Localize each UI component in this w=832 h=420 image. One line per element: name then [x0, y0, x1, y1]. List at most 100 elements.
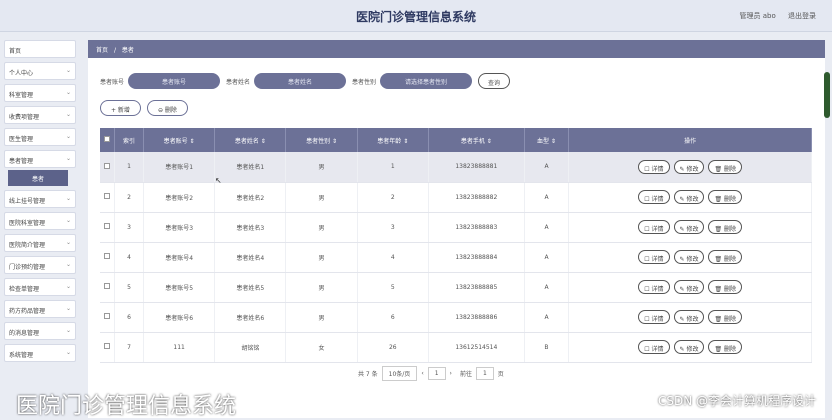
- column-header[interactable]: 血型 ⇕: [524, 128, 570, 152]
- sidebar-item[interactable]: 患者管理 ⌄: [4, 150, 76, 168]
- column-header[interactable]: 患者姓名 ⇕: [214, 128, 287, 152]
- add-button[interactable]: + 新增: [100, 100, 141, 116]
- column-header[interactable]: 患者年龄 ⇕: [357, 128, 429, 152]
- delete-row-button[interactable]: 🗑 删除: [708, 190, 743, 204]
- delete-row-button[interactable]: 🗑 删除: [708, 250, 743, 264]
- delete-row-button[interactable]: 🗑 删除: [708, 280, 743, 294]
- app-title: 医院门诊管理信息系统: [355, 10, 476, 24]
- row-checkbox-cell[interactable]: [100, 272, 116, 303]
- delete-row-button[interactable]: 🗑 删除: [708, 220, 743, 234]
- row-checkbox[interactable]: [103, 193, 110, 199]
- table-cell: 111: [143, 332, 216, 363]
- table-cell: 13612514514: [428, 332, 525, 363]
- sidebar-item[interactable]: 门诊预约管理 ⌄: [4, 256, 76, 274]
- row-checkbox[interactable]: [103, 313, 110, 319]
- column-header[interactable]: 患者性别 ⇕: [285, 128, 358, 152]
- trash-icon: 🗑: [714, 316, 724, 323]
- op-label: 删除: [724, 226, 737, 233]
- column-header[interactable]: 操作: [568, 128, 812, 152]
- logout-link[interactable]: 退出登录: [788, 12, 816, 20]
- page-number[interactable]: 1: [427, 367, 446, 380]
- row-checkbox-cell[interactable]: [100, 152, 116, 183]
- sidebar-item[interactable]: 的消息管理 ⌄: [4, 322, 76, 340]
- account-input[interactable]: 患者账号: [128, 73, 221, 89]
- row-checkbox[interactable]: [103, 162, 110, 169]
- delete-row-button[interactable]: 🗑 删除: [708, 159, 743, 174]
- row-checkbox[interactable]: [103, 223, 110, 229]
- edit-button[interactable]: ✎ 修改: [673, 340, 705, 354]
- next-page-button[interactable]: ›: [450, 370, 452, 377]
- sidebar-subitem-patient[interactable]: 患者: [8, 170, 68, 186]
- detail-button[interactable]: ☐ 详情: [638, 250, 670, 264]
- row-checkbox-cell[interactable]: [100, 242, 116, 273]
- table-row[interactable]: 1 患者账号1 患者姓名1 男 1 13823888881 A ☐ 详情 ✎ 修改 🗑 删除: [100, 152, 812, 183]
- detail-button[interactable]: ☐ 详情: [638, 159, 670, 174]
- gender-select[interactable]: 请选择患者性别: [380, 73, 473, 89]
- detail-button[interactable]: ☐ 详情: [638, 220, 670, 234]
- table-cell: 患者账号3: [143, 212, 216, 243]
- sidebar-item[interactable]: 收费项管理 ⌄: [4, 106, 76, 124]
- sidebar-item[interactable]: 检查单管理 ⌄: [4, 278, 76, 296]
- sidebar-item[interactable]: 医院科室管理 ⌄: [4, 212, 76, 230]
- query-button[interactable]: 查询: [478, 73, 511, 89]
- column-header[interactable]: 患者手机 ⇕: [428, 128, 525, 152]
- row-checkbox[interactable]: [103, 283, 110, 289]
- row-checkbox[interactable]: [103, 343, 110, 349]
- detail-button[interactable]: ☐ 详情: [638, 190, 670, 204]
- select-all-checkbox[interactable]: [103, 136, 110, 142]
- sidebar-item[interactable]: 医院简介管理 ⌄: [4, 234, 76, 252]
- name-input[interactable]: 患者姓名: [254, 73, 347, 89]
- table-row[interactable]: 5 患者账号5 患者姓名5 男 5 13823888885 A ☐ 详情 ✎ 修改 🗑 删除: [100, 272, 812, 303]
- table-row[interactable]: 6 患者账号6 患者姓名6 男 6 13823888886 A ☐ 详情 ✎ 修改 🗑 删除: [100, 302, 812, 333]
- row-checkbox-cell[interactable]: [100, 302, 116, 333]
- column-header[interactable]: [100, 128, 116, 152]
- edit-button[interactable]: ✎ 修改: [673, 220, 705, 234]
- sidebar-item[interactable]: 药方药品管理 ⌄: [4, 300, 76, 318]
- edit-button[interactable]: ✎ 修改: [673, 280, 705, 294]
- breadcrumb-home[interactable]: 首页: [96, 47, 108, 54]
- table-cell: B: [524, 332, 570, 363]
- filter-bar: 患者账号 患者账号 患者姓名 患者姓名 患者性别 请选择患者性别 查询: [100, 73, 511, 89]
- sidebar-item[interactable]: 首页: [4, 40, 76, 58]
- delete-row-button[interactable]: 🗑 删除: [708, 340, 743, 354]
- table-row[interactable]: 3 患者账号3 患者姓名3 男 3 13823888883 A ☐ 详情 ✎ 修改 🗑 删除: [100, 212, 812, 243]
- goto-input[interactable]: 1: [475, 367, 494, 380]
- table-cell: 6: [114, 302, 145, 333]
- detail-button[interactable]: ☐ 详情: [638, 280, 670, 294]
- row-checkbox[interactable]: [103, 253, 110, 259]
- sidebar-item[interactable]: 个人中心 ⌄: [4, 62, 76, 80]
- row-checkbox-cell[interactable]: [100, 332, 116, 363]
- table-row[interactable]: 7 111 胡铭铭女 26 13612514514 B ☐ 详情 ✎ 修改 🗑 删除: [100, 332, 812, 363]
- sidebar-item-label: 科室管理: [9, 92, 34, 99]
- table-row[interactable]: 2 患者账号2 患者姓名2 男 2 13823888882 A ☐ 详情 ✎ 修改 🗑 删除: [100, 182, 812, 213]
- delete-button[interactable]: ⊖ 删除: [146, 100, 188, 116]
- edit-button[interactable]: ✎ 修改: [673, 159, 705, 174]
- detail-button[interactable]: ☐ 详情: [638, 310, 670, 324]
- delete-row-button[interactable]: 🗑 删除: [708, 310, 743, 324]
- main-content: 首页 / 患者 患者账号 患者账号 患者姓名 患者姓名 患者性别 请选择患者性别…: [88, 40, 825, 418]
- column-header[interactable]: 索引: [114, 128, 145, 152]
- op-label: 修改: [686, 286, 699, 293]
- edit-button[interactable]: ✎ 修改: [673, 190, 705, 204]
- sidebar-item[interactable]: 医生管理 ⌄: [4, 128, 76, 146]
- edit-button[interactable]: ✎ 修改: [673, 310, 705, 324]
- column-header[interactable]: 患者账号 ⇕: [143, 128, 216, 152]
- table-cell: 1: [114, 152, 145, 183]
- prev-page-button[interactable]: ‹: [421, 370, 423, 377]
- row-checkbox-cell[interactable]: [100, 182, 116, 213]
- sidebar-item[interactable]: 科室管理 ⌄: [4, 84, 76, 102]
- sidebar-item[interactable]: 系统管理 ⌄: [4, 344, 76, 362]
- table-cell: 患者账号6: [143, 302, 216, 333]
- per-page-select[interactable]: 10条/页: [381, 366, 418, 381]
- row-checkbox-cell[interactable]: [100, 212, 116, 243]
- sidebar-item[interactable]: 线上挂号管理 ⌄: [4, 190, 76, 208]
- detail-button[interactable]: ☐ 详情: [638, 340, 670, 354]
- sidebar-item-label: 首页: [9, 48, 22, 55]
- document-icon: ☐: [644, 286, 652, 293]
- chevron-down-icon: ⌄: [65, 67, 71, 74]
- chevron-down-icon: ⌄: [65, 89, 71, 96]
- edit-button[interactable]: ✎ 修改: [673, 250, 705, 264]
- scrollbar[interactable]: [824, 72, 830, 118]
- table-row[interactable]: 4 患者账号4 患者姓名4 男 4 13823888884 A ☐ 详情 ✎ 修改 🗑 删除: [100, 242, 812, 273]
- chevron-down-icon: ⌄: [65, 155, 71, 162]
